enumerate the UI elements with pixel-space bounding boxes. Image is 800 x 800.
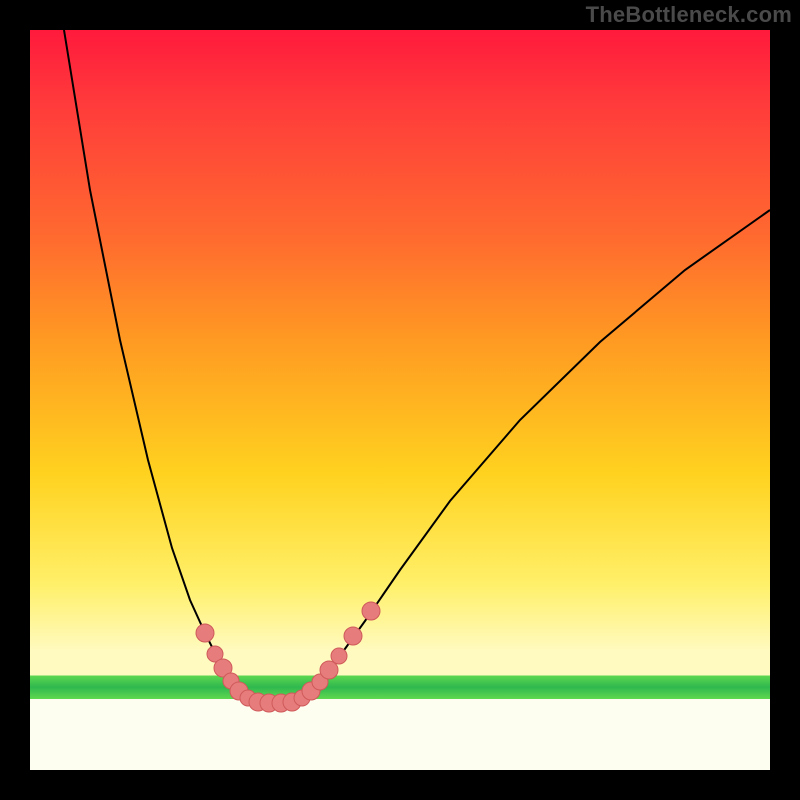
chart-svg: [30, 30, 770, 770]
curve-marker: [344, 627, 362, 645]
curve-marker: [362, 602, 380, 620]
chart-plot-area: [30, 30, 770, 770]
curve-marker: [196, 624, 214, 642]
bottleneck-curve: [64, 30, 770, 703]
curve-markers: [196, 602, 380, 712]
watermark-text: TheBottleneck.com: [586, 2, 792, 28]
curve-marker: [331, 648, 347, 664]
curve-marker: [320, 661, 338, 679]
chart-frame: TheBottleneck.com: [0, 0, 800, 800]
